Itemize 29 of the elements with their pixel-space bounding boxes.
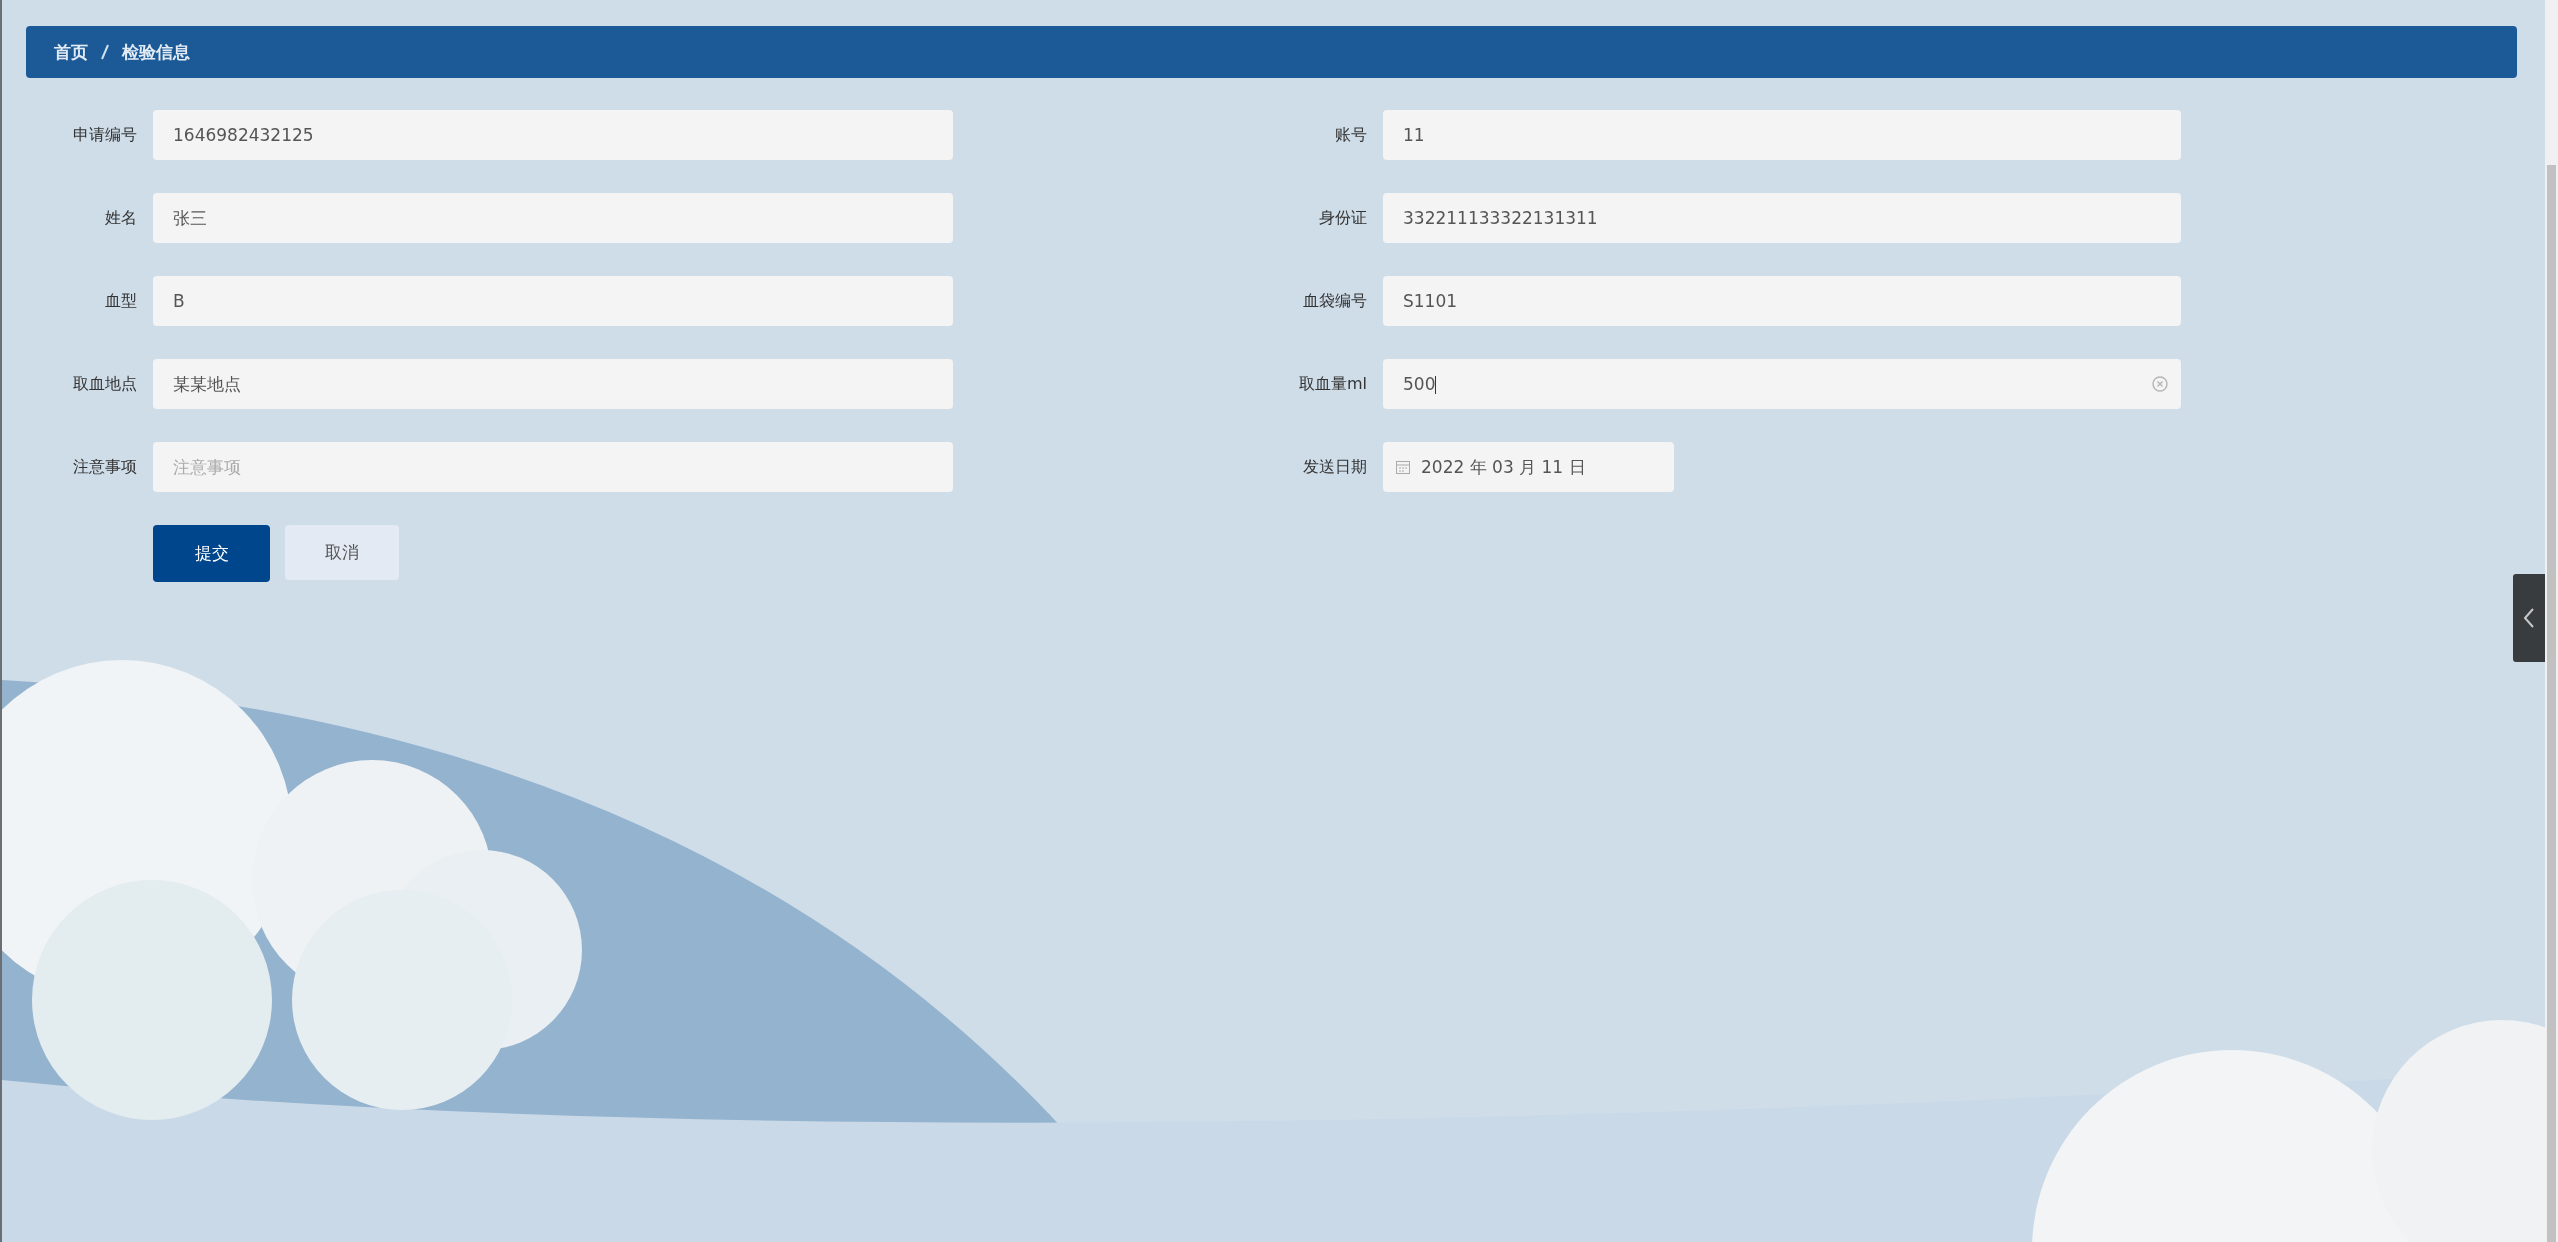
field-label: 账号 bbox=[1334, 124, 1367, 146]
separator-icon bbox=[100, 44, 110, 60]
field-label: 申请编号 bbox=[72, 124, 137, 146]
input-field[interactable]: 张三 bbox=[153, 193, 953, 243]
clear-icon[interactable] bbox=[2151, 375, 2169, 393]
breadcrumb-link[interactable]: 检验信息 bbox=[122, 40, 190, 64]
scrollbar[interactable] bbox=[2545, 0, 2558, 1242]
cancel-button[interactable]: 取消 bbox=[285, 525, 399, 580]
input-field[interactable]: S1101 bbox=[1383, 276, 2181, 326]
input-field[interactable]: 500 bbox=[1383, 359, 2181, 409]
calendar-icon bbox=[1395, 459, 1411, 475]
input-field[interactable]: 某某地点 bbox=[153, 359, 953, 409]
input-field[interactable]: 11 bbox=[1383, 110, 2181, 160]
field-label: 血型 bbox=[104, 290, 137, 312]
submit-button[interactable]: 提交 bbox=[153, 525, 270, 582]
field-label: 血袋编号 bbox=[1302, 290, 1367, 312]
breadcrumb-link[interactable]: 首页 bbox=[54, 40, 88, 64]
field-label: 姓名 bbox=[104, 207, 137, 229]
field-label: 取血地点 bbox=[72, 373, 137, 395]
input-field[interactable]: 1646982432125 bbox=[153, 110, 953, 160]
field-label: 身份证 bbox=[1318, 207, 1367, 229]
chevron-left-icon bbox=[2523, 607, 2535, 629]
collapse-tab[interactable] bbox=[2513, 574, 2545, 662]
input-field[interactable]: 332211133322131311 bbox=[1383, 193, 2181, 243]
field-label: 发送日期 bbox=[1302, 456, 1367, 478]
field-label: 注意事项 bbox=[72, 456, 137, 478]
field-label: 取血量ml bbox=[1297, 373, 1367, 395]
input-field[interactable]: 2022 年 03 月 11 日 bbox=[1383, 442, 1674, 492]
input-field[interactable]: B bbox=[153, 276, 953, 326]
